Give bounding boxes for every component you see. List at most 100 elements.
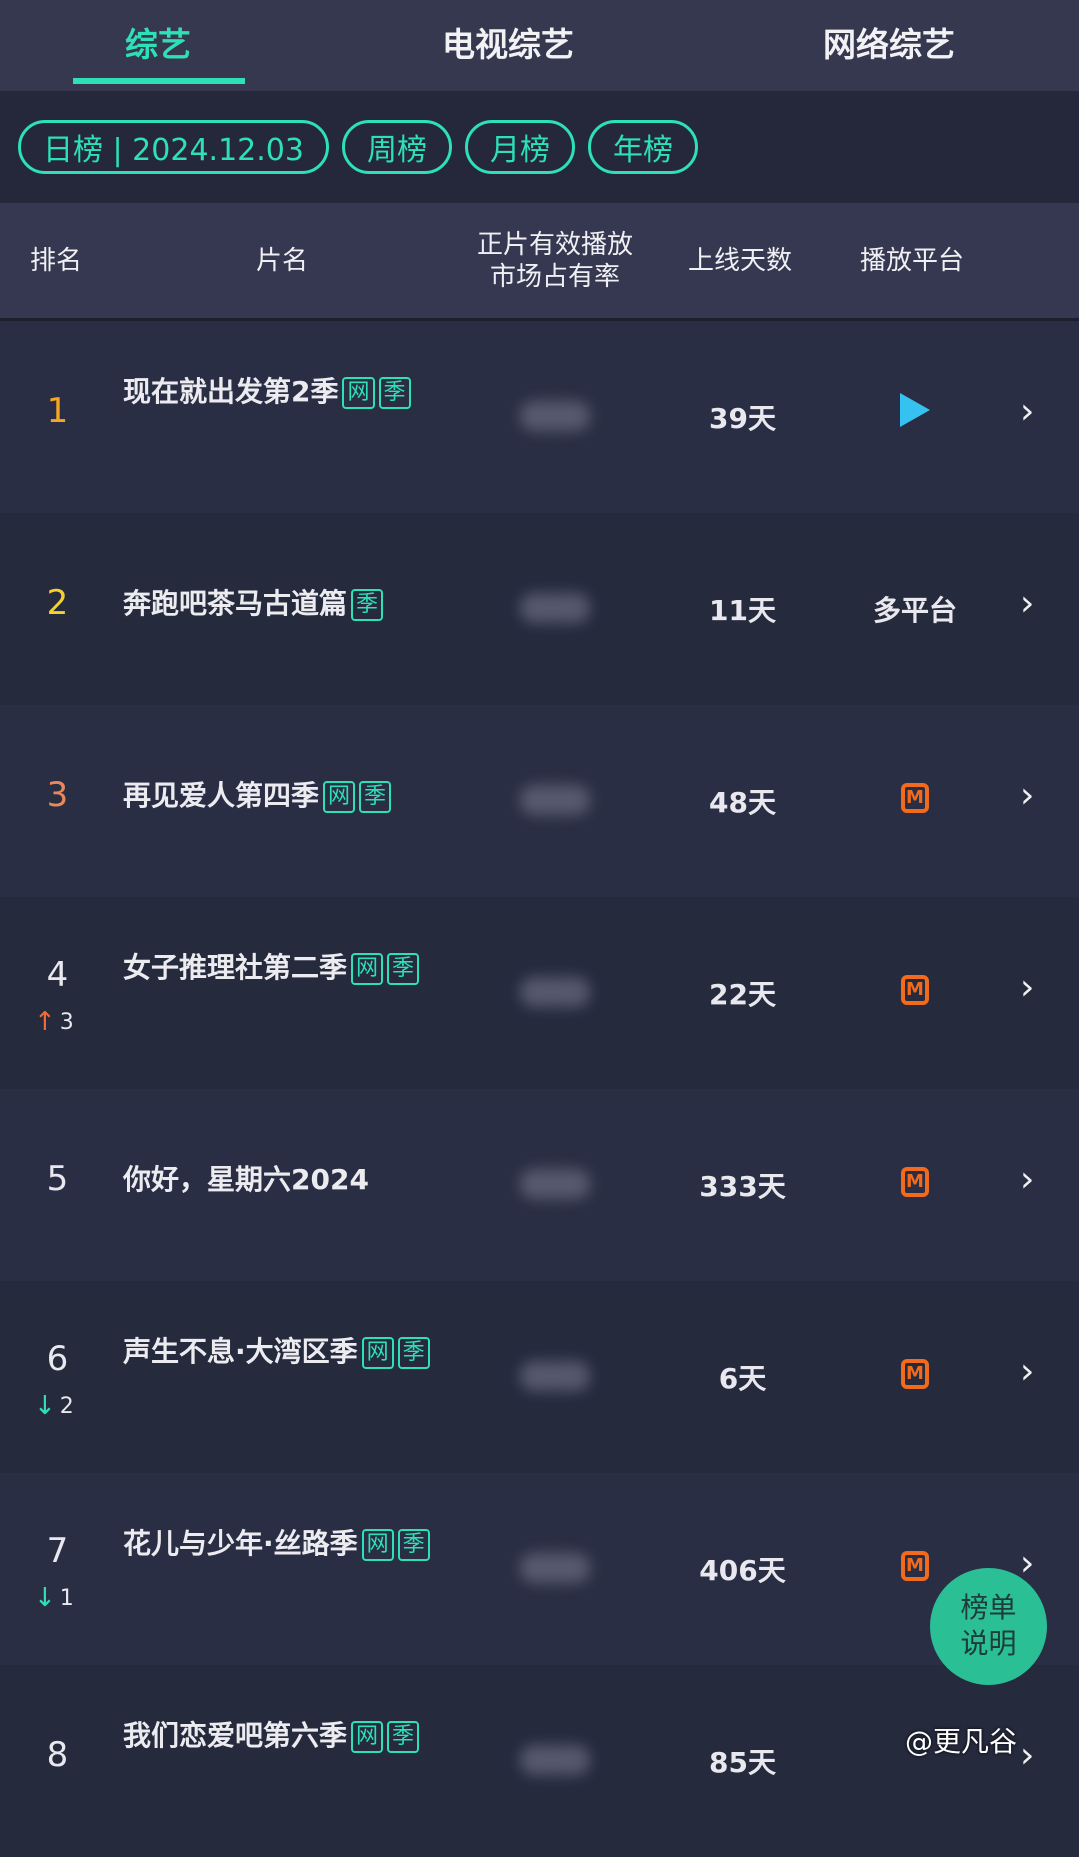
filter-yearly[interactable]: 年榜: [587, 120, 698, 174]
active-tab-indicator: [73, 78, 245, 84]
show-title-text: 我们恋爱吧第六季: [123, 1719, 348, 1752]
show-title[interactable]: 奔跑吧茶马古道篇季: [123, 585, 463, 623]
show-title[interactable]: 现在就出发第2季网季: [123, 373, 463, 411]
show-title[interactable]: 再见爱人第四季网季: [123, 777, 463, 815]
fab-line2: 说明: [960, 1627, 1017, 1660]
rank-change-value: 2: [59, 1393, 74, 1419]
chevron-right-icon[interactable]: ›: [1020, 1735, 1034, 1776]
tencent-video-icon: [840, 393, 990, 434]
tag-badge: 季: [387, 953, 420, 985]
table-row[interactable]: 8 我们恋爱吧第六季网季 85天 ›: [0, 1665, 1079, 1857]
market-share-blurred: [520, 785, 590, 815]
rank-number: 3: [46, 775, 69, 815]
filter-monthly[interactable]: 月榜: [464, 120, 575, 174]
show-title-text: 再见爱人第四季: [123, 779, 320, 812]
arrow-down-icon: ↓: [34, 1583, 56, 1613]
rank-number: 4: [46, 955, 69, 995]
show-title-text: 声生不息·大湾区季: [123, 1335, 358, 1368]
rank-change-value: 3: [59, 1009, 74, 1035]
tag-badge: 网: [351, 1721, 384, 1753]
market-share-blurred: [520, 1745, 590, 1775]
tag-badge: 季: [397, 1529, 430, 1561]
col-share-line1: 正片有效播放: [476, 230, 633, 260]
fab-line1: 榜单: [960, 1591, 1017, 1624]
col-share: 正片有效播放 市场占有率: [470, 229, 640, 293]
tag-badge: 季: [351, 589, 384, 621]
tag-badge: 网: [342, 377, 375, 409]
arrow-down-icon: ↓: [34, 1391, 56, 1421]
tag-badge: 网: [361, 1337, 394, 1369]
chevron-right-icon[interactable]: ›: [1020, 1159, 1034, 1200]
tag-badge: 季: [359, 781, 392, 813]
tab-tv-variety[interactable]: 电视综艺: [442, 18, 574, 66]
rank-change: ↓ 2: [34, 1391, 74, 1421]
mango-tv-icon: M: [840, 777, 990, 813]
market-share-blurred: [520, 977, 590, 1007]
filter-weekly[interactable]: 周榜: [341, 120, 452, 174]
table-row[interactable]: 1 现在就出发第2季网季 39天 ›: [0, 321, 1079, 513]
tag-badge: 季: [387, 1721, 420, 1753]
table-row[interactable]: 7 ↓ 1 花儿与少年·丝路季网季 406天 M ›: [0, 1473, 1079, 1665]
show-title[interactable]: 你好，星期六2024: [123, 1161, 463, 1199]
show-title-text: 女子推理社第二季: [123, 951, 348, 984]
period-filters: 日榜 | 2024.12.03 周榜 月榜 年榜: [0, 91, 1079, 203]
table-row[interactable]: 4 ↑ 3 女子推理社第二季网季 22天 M ›: [0, 897, 1079, 1089]
show-title[interactable]: 我们恋爱吧第六季网季: [123, 1717, 463, 1755]
show-title-text: 花儿与少年·丝路季: [123, 1527, 358, 1560]
chevron-right-icon[interactable]: ›: [1020, 775, 1034, 816]
table-row[interactable]: 2 奔跑吧茶马古道篇季 11天 多平台 ›: [0, 513, 1079, 705]
market-share-blurred: [520, 1361, 590, 1391]
table-row[interactable]: 6 ↓ 2 声生不息·大湾区季网季 6天 M ›: [0, 1281, 1079, 1473]
tab-variety[interactable]: 综艺: [125, 18, 191, 66]
rank-number: 5: [46, 1159, 69, 1199]
show-title[interactable]: 女子推理社第二季网季: [123, 949, 463, 987]
rank-number: 2: [46, 583, 69, 623]
table-row[interactable]: 3 再见爱人第四季网季 48天 M ›: [0, 705, 1079, 897]
weibo-watermark: @更凡谷: [905, 1725, 1018, 1758]
col-platform: 播放平台: [860, 246, 965, 276]
tag-badge: 季: [378, 377, 411, 409]
rank-number: 8: [46, 1735, 69, 1775]
days-online: 6天: [718, 1362, 767, 1395]
market-share-blurred: [520, 1553, 590, 1583]
tag-badge: 网: [351, 953, 384, 985]
tag-badge: 季: [397, 1337, 430, 1369]
market-share-blurred: [520, 1169, 590, 1199]
mango-tv-icon: M: [840, 969, 990, 1005]
arrow-up-icon: ↑: [34, 1007, 56, 1037]
rank-number: 1: [46, 391, 69, 431]
chart-explanation-button[interactable]: 榜单 说明: [930, 1568, 1047, 1685]
col-name: 片名: [256, 246, 309, 276]
chevron-right-icon[interactable]: ›: [1020, 391, 1034, 432]
days-online: 333天: [699, 1170, 786, 1203]
rank-change: ↓ 1: [34, 1583, 74, 1613]
ranking-list: 1 现在就出发第2季网季 39天 › 2 奔跑吧茶马古道篇季 11天 多平台 › 3 再见爱人第四季…: [0, 321, 1079, 1857]
chevron-right-icon[interactable]: ›: [1020, 967, 1034, 1008]
show-title-text: 你好，星期六2024: [123, 1163, 369, 1196]
col-days: 上线天数: [688, 246, 793, 276]
show-title[interactable]: 花儿与少年·丝路季网季: [123, 1525, 463, 1563]
tag-badge: 网: [323, 781, 356, 813]
days-online: 39天: [709, 402, 776, 435]
mango-tv-icon: M: [840, 1161, 990, 1197]
tag-badge: 网: [361, 1529, 394, 1561]
show-title-text: 现在就出发第2季: [123, 375, 339, 408]
table-row[interactable]: 5 你好，星期六2024 333天 M ›: [0, 1089, 1079, 1281]
tab-web-variety[interactable]: 网络综艺: [823, 18, 955, 66]
rank-number: 7: [46, 1531, 69, 1571]
mango-tv-icon: M: [840, 1353, 990, 1389]
table-header: 排名 片名 正片有效播放 市场占有率 上线天数 播放平台: [0, 203, 1079, 321]
filter-daily[interactable]: 日榜 | 2024.12.03: [18, 120, 329, 174]
col-share-line2: 市场占有率: [489, 262, 620, 292]
chevron-right-icon[interactable]: ›: [1020, 583, 1034, 624]
show-title[interactable]: 声生不息·大湾区季网季: [123, 1333, 463, 1371]
days-online: 11天: [709, 594, 776, 627]
show-title-text: 奔跑吧茶马古道篇: [123, 587, 348, 620]
platform-label: 多平台: [872, 594, 957, 627]
chevron-right-icon[interactable]: ›: [1020, 1351, 1034, 1392]
market-share-blurred: [520, 593, 590, 623]
days-online: 48天: [709, 786, 776, 819]
category-tabs: 综艺 电视综艺 网络综艺: [0, 0, 1079, 91]
days-online: 22天: [709, 978, 776, 1011]
rank-number: 6: [46, 1339, 69, 1379]
